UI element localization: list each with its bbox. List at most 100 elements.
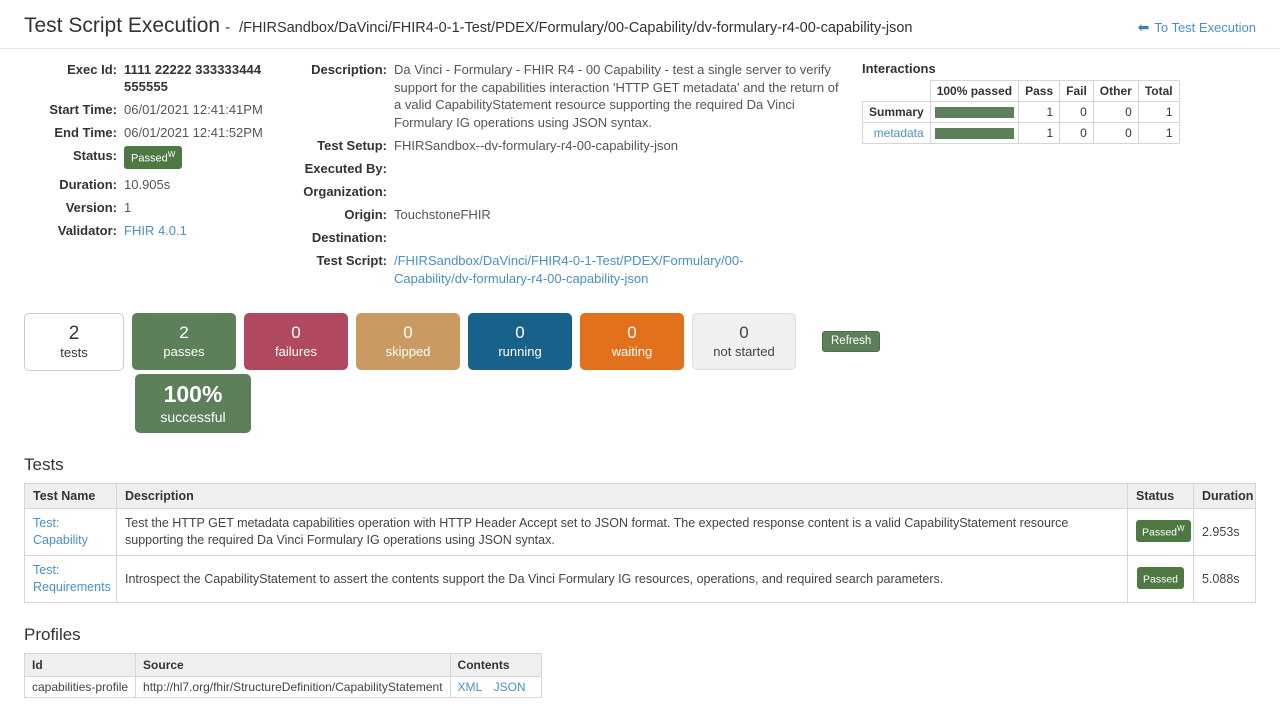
detail-row-duration: Duration: 10.905s	[24, 176, 302, 193]
profile-xml-link[interactable]: XML	[458, 680, 483, 694]
detail-row-description: Description: Da Vinci - Formulary - FHIR…	[302, 61, 847, 131]
profiles-col-id: Id	[25, 654, 136, 677]
interactions-col-other: Other	[1093, 81, 1138, 102]
interactions-title: Interactions	[862, 61, 1256, 76]
interactions-panel: Interactions 100% passed Pass Fail Other…	[847, 61, 1256, 293]
interactions-table: 100% passed Pass Fail Other Total Summar…	[862, 80, 1180, 144]
tile-passes[interactable]: 2 passes	[132, 313, 236, 370]
tile-waiting-label: waiting	[612, 343, 652, 360]
profile-json-link[interactable]: JSON	[494, 680, 526, 694]
status-badge-label: Passed	[1142, 526, 1177, 538]
detail-value-exec-id: 1111 22222 333333444 555555	[124, 61, 302, 95]
interactions-col-total: Total	[1138, 81, 1179, 102]
back-to-test-execution-link[interactable]: ⬅ To Test Execution	[1138, 20, 1256, 35]
percent-value: 100%	[164, 381, 223, 408]
pass-rate-bar	[935, 128, 1014, 139]
detail-label: Validator:	[24, 222, 124, 239]
detail-value-start-time: 06/01/2021 12:41:41PM	[124, 101, 263, 118]
test-name-link-line1[interactable]: Test:	[33, 515, 108, 532]
details-left-column: Exec Id: 1111 22222 333333444 555555 Sta…	[24, 61, 302, 293]
profile-contents-cell[interactable]: XML JSON	[450, 677, 541, 698]
detail-label: Destination:	[302, 229, 394, 246]
profiles-col-contents: Contents	[450, 654, 541, 677]
tile-not-started-count: 0	[739, 323, 748, 343]
detail-label: Exec Id:	[24, 61, 124, 95]
test-name-link-line2[interactable]: Requirements	[33, 579, 108, 596]
validator-link[interactable]: FHIR 4.0.1	[124, 223, 187, 238]
test-name-cell[interactable]: Test: Capability	[25, 509, 117, 556]
interactions-fail: 0	[1060, 102, 1094, 123]
detail-value-test-setup: FHIRSandbox--dv-formulary-r4-00-capabili…	[394, 137, 678, 154]
tile-failures-count: 0	[291, 323, 300, 343]
detail-value-end-time: 06/01/2021 12:41:52PM	[124, 124, 263, 141]
interactions-row-label: Summary	[863, 102, 931, 123]
tests-header-row: Test Name Description Status Duration	[25, 484, 1256, 509]
detail-label: Start Time:	[24, 101, 124, 118]
interactions-col-pass: Pass	[1019, 81, 1060, 102]
test-duration-cell: 5.088s	[1194, 556, 1256, 603]
profile-id-cell: capabilities-profile	[25, 677, 136, 698]
test-name-link-line1[interactable]: Test:	[33, 562, 108, 579]
tile-percent-successful: 100% successful	[135, 374, 251, 433]
detail-label: Status:	[24, 147, 124, 170]
summary-tiles: 2 tests 2 passes 0 failures 0 skipped 0 …	[0, 301, 1280, 371]
test-name-cell[interactable]: Test: Requirements	[25, 556, 117, 603]
pass-rate-bar	[935, 107, 1014, 118]
interactions-col-passed-bar: 100% passed	[930, 81, 1018, 102]
interactions-bar-cell	[930, 123, 1018, 144]
tile-waiting[interactable]: 0 waiting	[580, 313, 684, 370]
tile-not-started-label: not started	[713, 343, 774, 360]
tests-col-name: Test Name	[25, 484, 117, 509]
interactions-row-label-metadata[interactable]: metadata	[863, 123, 931, 144]
detail-row-test-setup: Test Setup: FHIRSandbox--dv-formulary-r4…	[302, 137, 847, 154]
detail-value-validator[interactable]: FHIR 4.0.1	[124, 222, 187, 239]
detail-row-end-time: End Time: 06/01/2021 12:41:52PM	[24, 124, 302, 141]
test-script-link[interactable]: /FHIRSandbox/DaVinci/FHIR4-0-1-Test/PDEX…	[394, 253, 743, 286]
tile-skipped-label: skipped	[386, 343, 431, 360]
interactions-col-blank	[863, 81, 931, 102]
detail-row-exec-id: Exec Id: 1111 22222 333333444 555555	[24, 61, 302, 95]
detail-row-version: Version: 1	[24, 199, 302, 216]
tile-tests[interactable]: 2 tests	[24, 313, 124, 371]
detail-value-test-script[interactable]: /FHIRSandbox/DaVinci/FHIR4-0-1-Test/PDEX…	[394, 252, 814, 287]
tile-skipped[interactable]: 0 skipped	[356, 313, 460, 370]
percent-label: successful	[160, 408, 225, 426]
status-badge-label: Passed	[131, 153, 168, 165]
detail-row-origin: Origin: TouchstoneFHIR	[302, 206, 847, 223]
status-badge: PassedW	[124, 146, 182, 169]
execution-details: Exec Id: 1111 22222 333333444 555555 Sta…	[0, 49, 1280, 293]
detail-label: Description:	[302, 61, 394, 131]
detail-label: Duration:	[24, 176, 124, 193]
test-status-cell: PassedW	[1128, 509, 1194, 556]
tests-table: Test Name Description Status Duration Te…	[24, 483, 1256, 603]
test-status-cell: Passed	[1128, 556, 1194, 603]
tile-running[interactable]: 0 running	[468, 313, 572, 370]
tile-failures[interactable]: 0 failures	[244, 313, 348, 370]
table-row: metadata 1 0 0 1	[863, 123, 1180, 144]
detail-value-status: PassedW	[124, 147, 182, 170]
interactions-header-row: 100% passed Pass Fail Other Total	[863, 81, 1180, 102]
tile-passes-label: passes	[163, 343, 204, 360]
tests-table-wrap: Test Name Description Status Duration Te…	[0, 483, 1280, 603]
refresh-button[interactable]: Refresh	[822, 331, 880, 352]
status-badge-label: Passed	[1143, 573, 1178, 585]
detail-row-organization: Organization:	[302, 183, 847, 200]
tile-tests-label: tests	[60, 344, 87, 361]
interactions-other: 0	[1093, 123, 1138, 144]
detail-label: Version:	[24, 199, 124, 216]
table-row: Test: Requirements Introspect the Capabi…	[25, 556, 1256, 603]
detail-row-destination: Destination:	[302, 229, 847, 246]
test-name-link-line2[interactable]: Capability	[33, 532, 108, 549]
status-badge-sup: W	[1177, 524, 1185, 533]
detail-label: Organization:	[302, 183, 394, 200]
page-root: Test Script Execution - /FHIRSandbox/DaV…	[0, 0, 1280, 704]
test-duration-cell: 2.953s	[1194, 509, 1256, 556]
interactions-total: 1	[1138, 102, 1179, 123]
detail-label: Test Setup:	[302, 137, 394, 154]
detail-label: End Time:	[24, 124, 124, 141]
interactions-col-fail: Fail	[1060, 81, 1094, 102]
interactions-other: 0	[1093, 102, 1138, 123]
page-header: Test Script Execution - /FHIRSandbox/DaV…	[0, 0, 1280, 49]
tile-not-started[interactable]: 0 not started	[692, 313, 796, 370]
detail-row-start-time: Start Time: 06/01/2021 12:41:41PM	[24, 101, 302, 118]
